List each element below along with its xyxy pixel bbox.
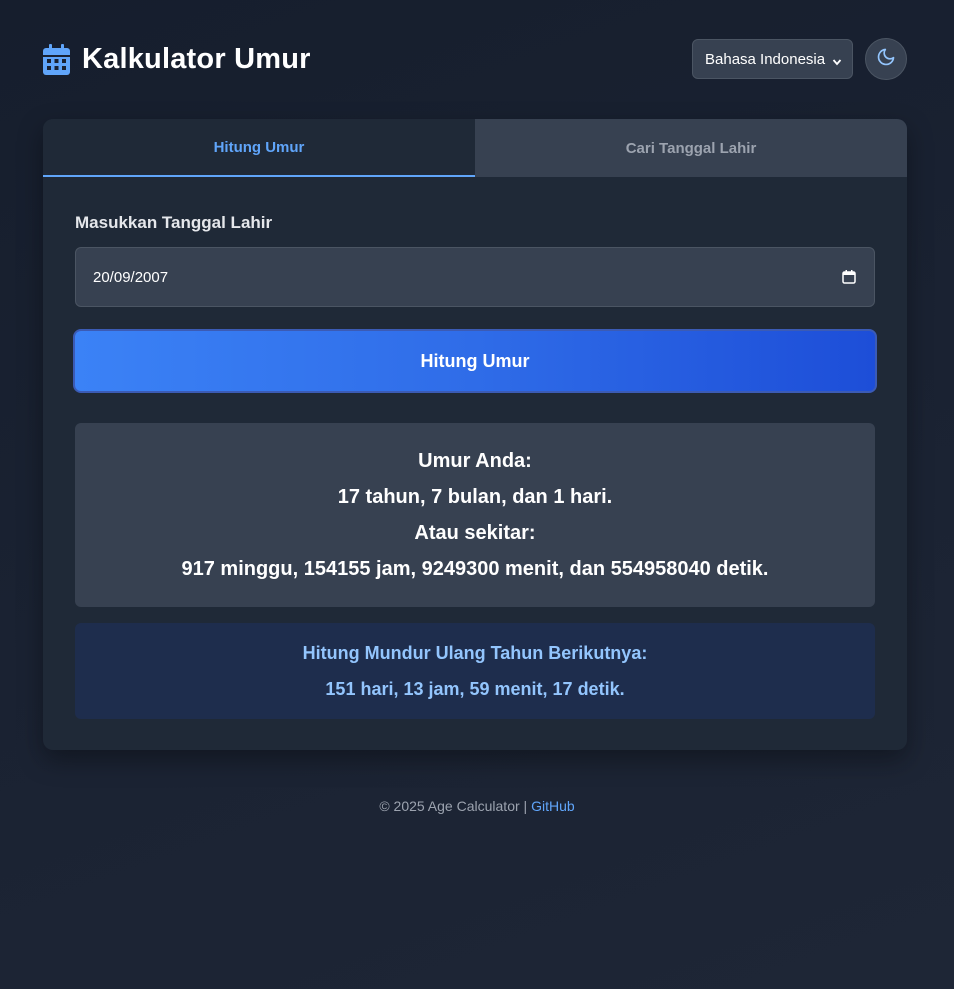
- page-title: Kalkulator Umur: [82, 42, 311, 75]
- result-alt-heading: Atau sekitar:: [414, 522, 536, 544]
- countdown-value: 151 hari, 13 jam, 59 menit, 17 detik.: [325, 679, 625, 699]
- chevron-down-icon: [832, 54, 842, 66]
- birthday-countdown-panel: Hitung Mundur Ulang Tahun Berikutnya: 15…: [75, 623, 875, 719]
- language-select[interactable]: Bahasa Indonesia: [692, 39, 853, 79]
- birthdate-value: 20/09/2007: [93, 268, 169, 286]
- birthdate-label: Masukkan Tanggal Lahir: [75, 213, 273, 232]
- footer: © 2025 Age Calculator | GitHub: [0, 798, 954, 814]
- calendar-picker-icon[interactable]: [842, 270, 856, 284]
- footer-text: © 2025 Age Calculator |: [379, 798, 532, 814]
- tab-hitung-umur[interactable]: Hitung Umur: [43, 119, 475, 177]
- header-controls: Bahasa Indonesia: [692, 38, 907, 80]
- brand: Kalkulator Umur: [43, 43, 311, 76]
- result-age: 17 tahun, 7 bulan, dan 1 hari.: [337, 486, 613, 508]
- tab-cari-tanggal-lahir[interactable]: Cari Tanggal Lahir: [475, 119, 907, 177]
- countdown-heading: Hitung Mundur Ulang Tahun Berikutnya:: [302, 643, 648, 663]
- calculator-card: Hitung Umur Cari Tanggal Lahir Masukkan …: [43, 119, 907, 750]
- github-link[interactable]: GitHub: [531, 798, 575, 814]
- tab-bar: Hitung Umur Cari Tanggal Lahir: [43, 119, 907, 177]
- theme-toggle-button[interactable]: [865, 38, 907, 80]
- form-area: Masukkan Tanggal Lahir 20/09/2007 Hitung…: [43, 177, 907, 719]
- result-heading: Umur Anda:: [418, 450, 532, 472]
- calendar-icon: [43, 43, 70, 75]
- calculate-age-button[interactable]: Hitung Umur: [73, 329, 877, 393]
- result-alt-value: 917 minggu, 154155 jam, 9249300 menit, d…: [181, 558, 769, 580]
- app-header: Kalkulator Umur Bahasa Indonesia: [43, 38, 907, 80]
- moon-icon: [876, 47, 896, 72]
- birthdate-input[interactable]: 20/09/2007: [75, 247, 875, 307]
- age-result-panel: Umur Anda: 17 tahun, 7 bulan, dan 1 hari…: [75, 423, 875, 607]
- language-select-value: Bahasa Indonesia: [705, 50, 826, 68]
